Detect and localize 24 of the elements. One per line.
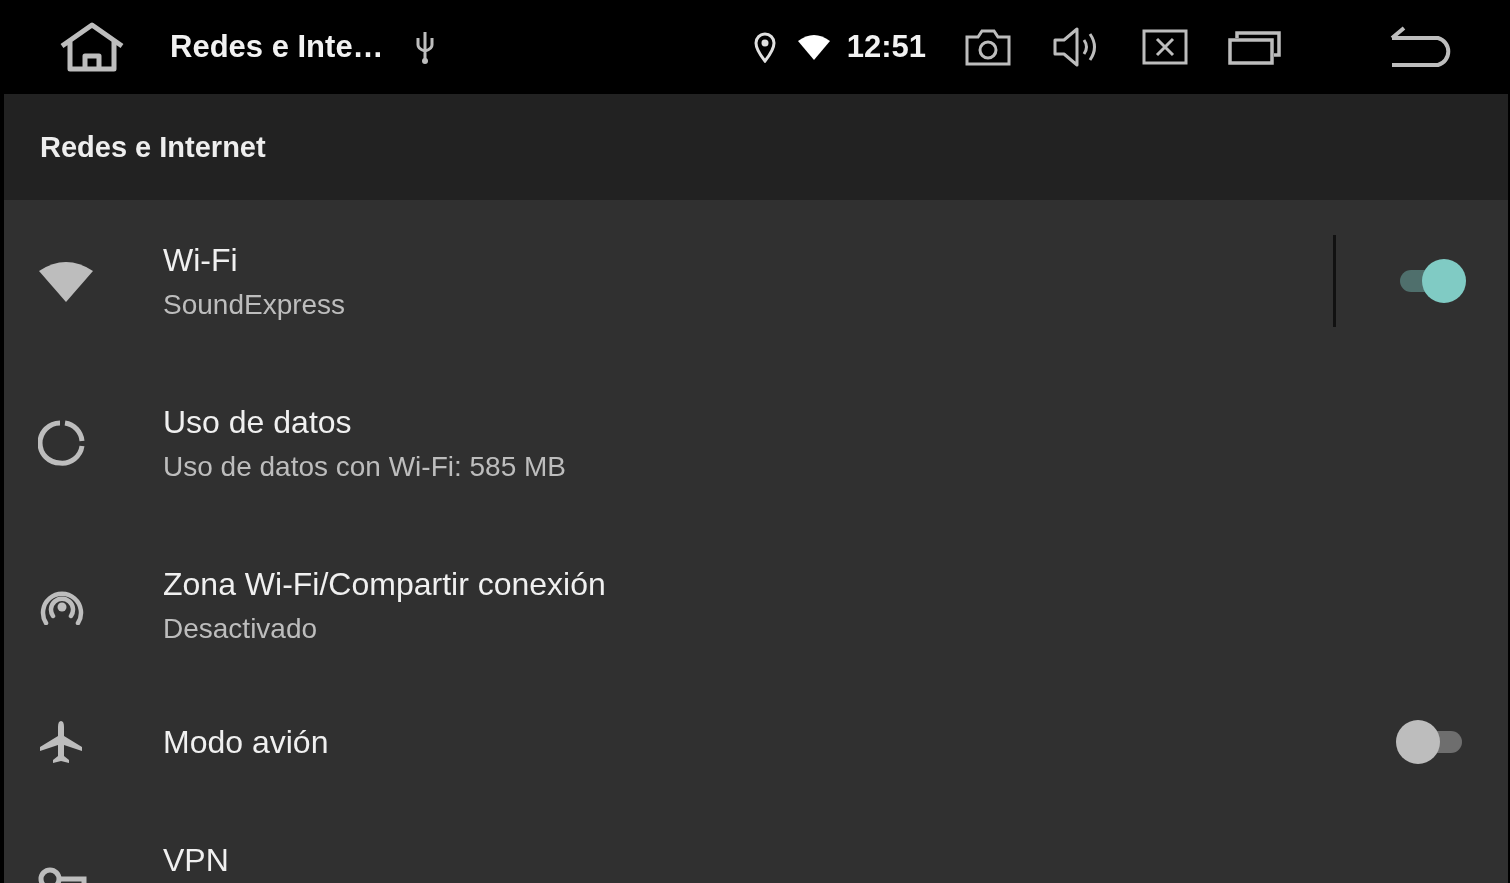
camera-icon[interactable]: [964, 27, 1012, 67]
data-usage-icon: [38, 419, 86, 467]
airplane-icon: [38, 719, 84, 765]
clock-time: 12:51: [846, 29, 926, 65]
close-icon[interactable]: [1142, 29, 1188, 65]
setting-row[interactable]: Wi-Fi SoundExpress: [4, 200, 1508, 362]
wifi-icon: [38, 259, 94, 303]
recent-apps-icon[interactable]: [1228, 29, 1282, 65]
setting-title: Modo avión: [163, 723, 330, 761]
screen-title: Redes e Inte…: [170, 29, 384, 65]
setting-row[interactable]: Zona Wi-Fi/Compartir conexión Desactivado: [4, 524, 1508, 686]
setting-row[interactable]: VPN: [4, 798, 1508, 883]
setting-summary: SoundExpress: [163, 288, 347, 321]
setting-title: Zona Wi-Fi/Compartir conexión: [163, 565, 607, 603]
setting-row[interactable]: Modo avión: [4, 686, 1508, 798]
setting-row[interactable]: Uso de datos Uso de datos con Wi-Fi: 585 MB: [4, 362, 1508, 524]
setting-summary: Desactivado: [163, 612, 319, 645]
setting-summary: Uso de datos con Wi-Fi: 585 MB: [163, 450, 568, 483]
setting-title: Wi-Fi: [163, 241, 239, 279]
location-icon: [752, 31, 777, 63]
setting-title: Uso de datos: [163, 403, 353, 441]
setting-title: VPN: [163, 842, 230, 879]
wifi-icon: [796, 33, 831, 61]
page-title: Redes e Internet: [40, 130, 266, 164]
